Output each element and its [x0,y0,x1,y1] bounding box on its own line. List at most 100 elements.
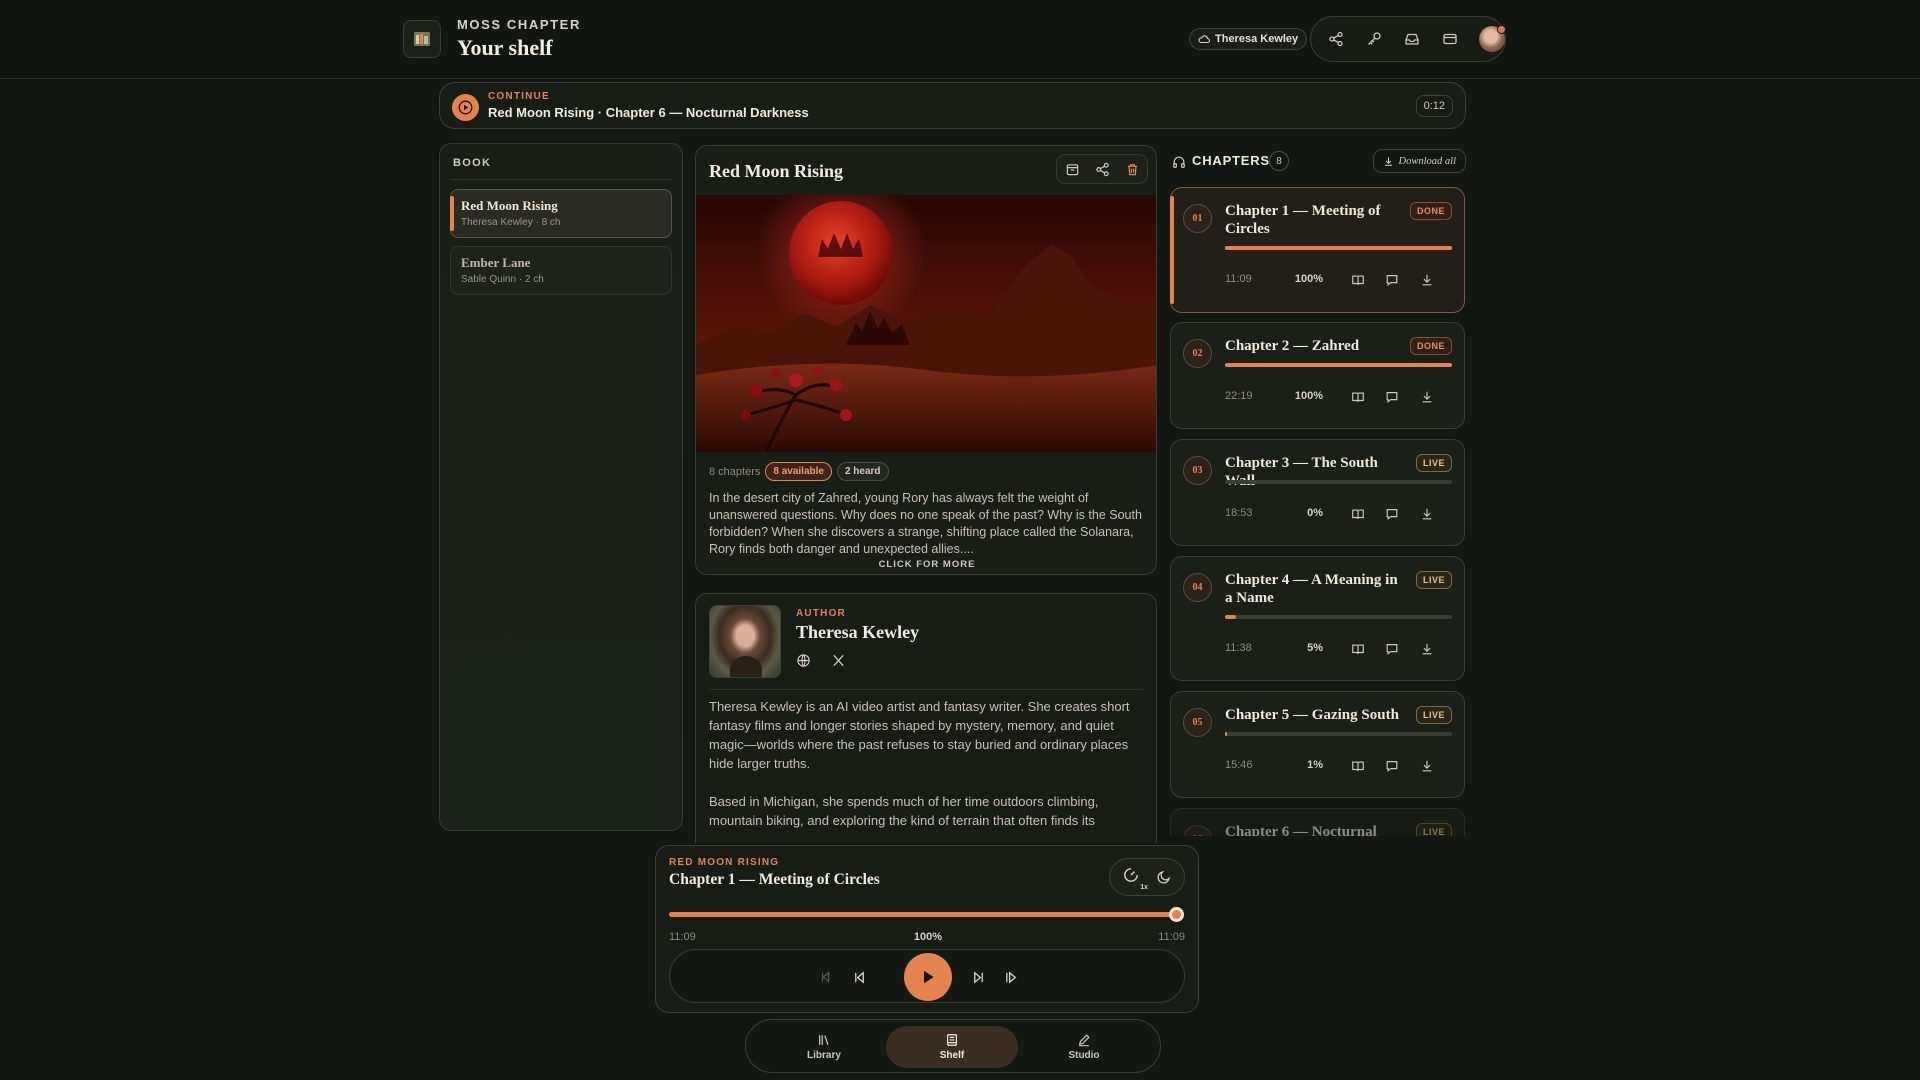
rewind-button[interactable] [816,967,836,987]
download-all-button[interactable]: Download all [1372,149,1466,173]
book-sidebar: BOOK Red Moon Rising Theresa Kewley · 8 … [439,143,683,831]
save-icon[interactable] [1065,162,1080,177]
book-cover-image[interactable] [696,195,1157,452]
chapter-number: 02 [1183,339,1212,368]
comment-icon[interactable] [1385,273,1399,287]
user-avatar[interactable] [1479,25,1506,52]
chapter-meta: 18:53 0% [1225,507,1452,523]
download-icon[interactable] [1420,273,1434,287]
player-chapter-title: Chapter 1 — Meeting of Circles [669,871,880,888]
share-button[interactable] [1325,28,1347,50]
chapter-card-5[interactable]: 05 Chapter 5 — Gazing South LIVE 15:46 1… [1170,691,1465,798]
rewind-icon [821,971,830,983]
sleep-timer-icon[interactable] [1156,869,1172,885]
chapter-card-6[interactable]: 06 Chapter 6 — Nocturnal LIVE [1170,808,1465,836]
comment-icon[interactable] [1385,642,1399,656]
seek-handle[interactable] [1169,907,1184,922]
nav-shelf[interactable]: Shelf [886,1026,1018,1068]
chapter-title: Chapter 2 — Zahred [1225,338,1360,354]
book-description: In the desert city of Zahred, young Rory… [709,491,1142,556]
seek-bar[interactable] [669,912,1179,917]
read-icon[interactable] [1351,507,1365,521]
continue-play-button[interactable] [452,94,479,121]
download-icon[interactable] [1420,759,1434,773]
continue-title: Red Moon Rising · Chapter 6 — Nocturnal … [488,105,809,120]
next-chapter-button[interactable] [968,967,988,987]
fast-forward-button[interactable] [1001,967,1021,987]
chapter-meta: 11:09 100% [1225,273,1452,289]
shelf-logo-icon [414,32,430,46]
chapter-title: Chapter 1 — Meeting of Circles [1225,203,1381,237]
nav-label: Studio [1068,1050,1100,1061]
status-badge: DONE [1409,202,1452,220]
chapter-percent: 1% [1307,759,1323,771]
read-icon[interactable] [1351,642,1365,656]
chapter-card-3[interactable]: 03 Chapter 3 — The South Wall LIVE 18:53… [1170,439,1465,546]
chapter-title: Chapter 5 — Gazing South [1225,707,1399,723]
chapter-percent: 100% [1294,273,1323,285]
status-badge: LIVE [1415,571,1452,589]
comment-icon[interactable] [1385,390,1399,404]
chapter-card-2[interactable]: 02 Chapter 2 — Zahred DONE 22:19 100% [1170,322,1465,429]
chapter-progress-bar [1225,732,1452,736]
read-icon[interactable] [1351,273,1365,287]
comment-icon[interactable] [1385,759,1399,773]
download-icon[interactable] [1420,390,1434,404]
author-chip[interactable]: Theresa Kewley [1189,28,1308,50]
download-icon[interactable] [1420,642,1434,656]
click-for-more-link[interactable]: CLICK FOR MORE [696,559,1156,570]
chapter-card-4[interactable]: 04 Chapter 4 — A Meaning in a Name LIVE … [1170,556,1465,681]
progress-percent: 100% [913,931,943,943]
chapter-progress-bar [1225,480,1452,484]
chapter-progress-fill [1225,246,1452,250]
play-button[interactable] [904,953,952,1001]
book-item-subtitle: Theresa Kewley · 8 ch [461,217,561,228]
billing-button[interactable] [1439,28,1461,50]
book-item-ember-lane[interactable]: Ember Lane Sable Quinn · 2 ch [450,246,672,295]
chapter-title: Chapter 6 — Nocturnal [1225,824,1377,836]
author-photo [709,605,781,678]
library-icon [819,1035,829,1046]
play-circle-icon [458,100,473,115]
status-badge: LIVE [1415,706,1452,724]
author-card: AUTHOR Theresa Kewley Theresa Kewley is … [695,593,1157,843]
book-item-title: Red Moon Rising [461,198,558,213]
play-icon [924,970,934,984]
playback-speed-button[interactable]: 1x [1122,866,1148,891]
share-icon[interactable] [1095,162,1110,177]
book-item-title: Ember Lane [461,255,531,270]
chapter-meta: 15:46 1% [1225,759,1452,775]
comment-icon[interactable] [1385,507,1399,521]
app-logo[interactable] [403,20,441,58]
key-button[interactable] [1363,28,1385,50]
chapter-duration: 22:19 [1225,390,1253,402]
inbox-button[interactable] [1401,28,1423,50]
x-twitter-icon[interactable] [831,653,846,668]
author-bio-paragraph: Theresa Kewley is an AI video artist and… [709,699,1130,771]
author-bio: Theresa Kewley is an AI video artist and… [709,697,1145,843]
previous-chapter-button[interactable] [849,967,869,987]
chapter-number: 05 [1183,708,1212,737]
chapter-duration: 11:38 [1225,642,1252,654]
shelf-icon [947,1034,957,1046]
chapter-progress-fill [1225,732,1228,736]
chapter-card-1[interactable]: 01 Chapter 1 — Meeting of Circles DONE 1… [1170,187,1465,313]
read-icon[interactable] [1351,759,1365,773]
speed-label: 1x [1140,884,1148,891]
status-badge: DONE [1409,337,1452,355]
book-tools [1056,154,1148,184]
globe-icon[interactable] [796,653,811,668]
nav-library[interactable]: Library [758,1026,890,1068]
chapters-count: 8 chapters [709,465,761,478]
read-icon[interactable] [1351,390,1365,404]
book-item-red-moon-rising[interactable]: Red Moon Rising Theresa Kewley · 8 ch [450,189,672,238]
available-badge: 8 available [765,462,832,481]
speed-icon [1124,868,1138,882]
trash-icon[interactable] [1125,162,1140,177]
brand: MOSS CHAPTER Your shelf [457,17,581,61]
continue-time: 0:12 [1415,95,1453,117]
nav-studio[interactable]: Studio [1018,1026,1150,1068]
download-icon[interactable] [1420,507,1434,521]
continue-banner[interactable]: CONTINUE Red Moon Rising · Chapter 6 — N… [439,82,1466,129]
chapters-heading: CHAPTERS [1192,153,1270,168]
